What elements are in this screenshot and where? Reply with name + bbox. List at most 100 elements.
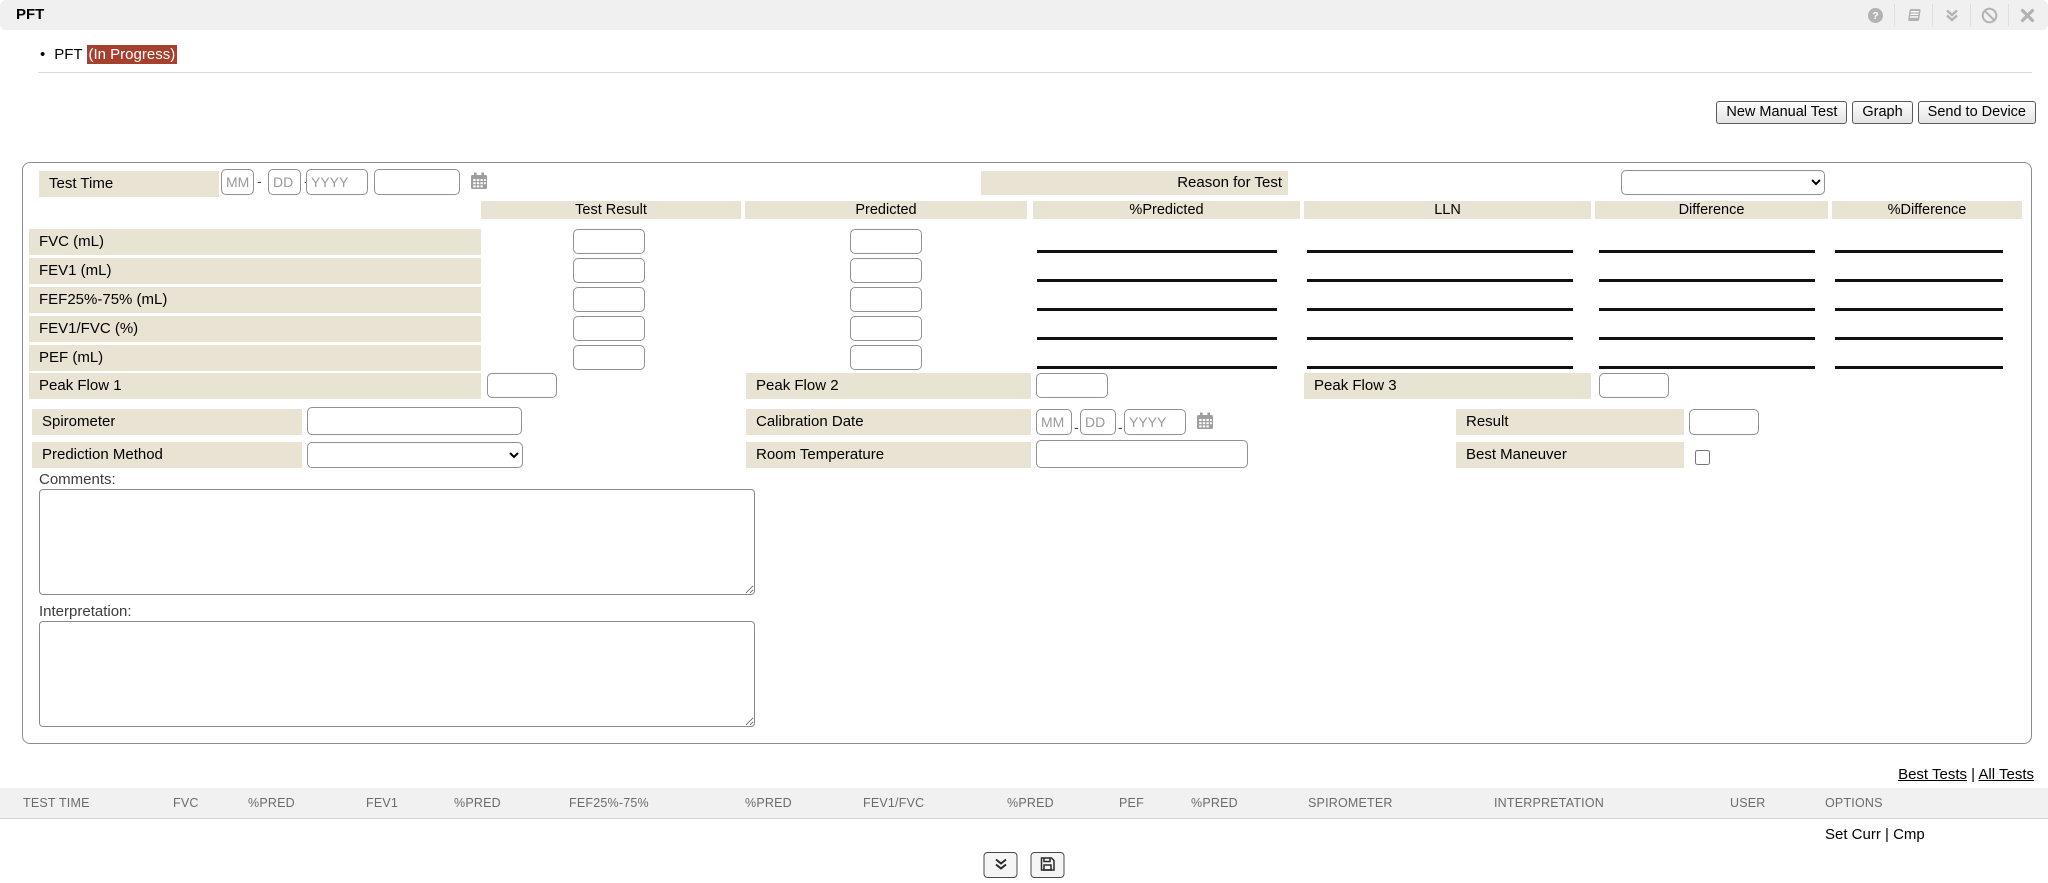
col-header-percent-predicted: %Predicted <box>1033 201 1300 219</box>
comments-textarea[interactable] <box>39 489 755 595</box>
col-header-test-result: Test Result <box>481 201 741 219</box>
all-tests-link[interactable]: All Tests <box>1978 766 2034 783</box>
peak-flow-3-input[interactable] <box>1599 373 1669 398</box>
th-pef: PEF <box>1119 788 1144 818</box>
pef-predicted-input[interactable] <box>850 345 922 370</box>
save-button[interactable] <box>1031 852 1065 878</box>
fef-predicted-input[interactable] <box>850 287 922 312</box>
test-time-label: Test Time <box>39 171 219 197</box>
collapse-icon[interactable] <box>1932 4 1970 26</box>
date-dash: - <box>257 173 262 189</box>
col-header-lln: LLN <box>1304 201 1591 219</box>
fev1fvc-percent-predicted-line <box>1037 337 1277 340</box>
reason-for-test-label: Reason for Test <box>981 171 1288 195</box>
page-title: PFT <box>16 0 44 30</box>
row-label-fef: FEF25%-75% (mL) <box>29 287 481 313</box>
fev1-test-result-input[interactable] <box>573 258 645 283</box>
interpretation-textarea[interactable] <box>39 621 755 727</box>
calendar-icon[interactable] <box>1195 411 1215 436</box>
fvc-predicted-input[interactable] <box>850 229 922 254</box>
calibration-day-input[interactable] <box>1080 409 1116 435</box>
comments-label: Comments: <box>39 471 116 488</box>
prediction-method-select[interactable] <box>307 442 523 468</box>
fef-percent-predicted-line <box>1037 308 1277 311</box>
measure-row-fef: FEF25%-75% (mL) <box>23 287 2031 316</box>
pft-form: Test Time - - Reason for Test Test Resul… <box>22 162 2032 744</box>
result-label: Result <box>1456 409 1684 435</box>
issue-item-pft[interactable]: PFT (In Progress) <box>40 46 2048 64</box>
save-icon <box>1040 856 1056 875</box>
peak-flow-1-label: Peak Flow 1 <box>29 373 481 399</box>
fev1-predicted-input[interactable] <box>850 258 922 283</box>
row-label-fvc: FVC (mL) <box>29 229 481 255</box>
status-badge: (In Progress) <box>87 45 178 64</box>
pef-percent-predicted-line <box>1037 366 1277 369</box>
spirometer-row: Spirometer Calibration Date - - Result <box>23 409 2031 439</box>
test-time-day-input[interactable] <box>268 169 301 195</box>
send-to-device-button[interactable]: Send to Device <box>1918 101 2036 124</box>
link-separator: | <box>1971 766 1975 783</box>
pef-lln-line <box>1307 366 1573 369</box>
th-fvc: FVC <box>173 788 199 818</box>
graph-button[interactable]: Graph <box>1852 101 1912 124</box>
measure-row-pef: PEF (mL) <box>23 345 2031 374</box>
test-time-clock-input[interactable] <box>374 169 460 195</box>
fev1fvc-lln-line <box>1307 337 1573 340</box>
title-bar-icons: ? <box>1857 0 2046 30</box>
cmp-link[interactable]: Cmp <box>1893 826 1925 843</box>
set-curr-link[interactable]: Set Curr <box>1825 826 1881 843</box>
fev1fvc-test-result-input[interactable] <box>573 316 645 341</box>
peak-flow-1-input[interactable] <box>487 373 557 398</box>
th-fev1fvc: FEV1/FVC <box>863 788 924 818</box>
pft-page: PFT ? PFT (In Progress) New Manual Test … <box>0 0 2048 883</box>
fev1-percent-predicted-line <box>1037 279 1277 282</box>
th-pred-2: %PRED <box>454 788 501 818</box>
th-interpretation: INTERPRETATION <box>1494 788 1604 818</box>
pef-test-result-input[interactable] <box>573 345 645 370</box>
measure-row-fev1fvc: FEV1/FVC (%) <box>23 316 2031 345</box>
measure-row-fvc: FVC (mL) <box>23 229 2031 258</box>
expand-button[interactable] <box>984 852 1018 878</box>
new-manual-test-button[interactable]: New Manual Test <box>1716 101 1847 124</box>
prediction-method-label: Prediction Method <box>32 442 302 468</box>
th-spirometer: SPIROMETER <box>1308 788 1393 818</box>
best-tests-link[interactable]: Best Tests <box>1898 766 1967 783</box>
double-chevron-down-icon <box>993 857 1008 874</box>
void-icon[interactable] <box>1970 4 2008 26</box>
test-time-year-input[interactable] <box>306 169 368 195</box>
interpretation-label: Interpretation: <box>39 603 132 620</box>
th-user: USER <box>1730 788 1766 818</box>
title-bar: PFT ? <box>0 0 2048 30</box>
pef-percent-difference-line <box>1835 366 2003 369</box>
close-icon[interactable] <box>2008 4 2046 26</box>
th-pred-1: %PRED <box>248 788 295 818</box>
help-icon[interactable]: ? <box>1857 4 1894 26</box>
issue-name: PFT <box>54 46 82 63</box>
book-icon[interactable] <box>1894 4 1932 26</box>
section-divider <box>38 72 2032 73</box>
footer-buttons <box>984 852 1065 878</box>
fvc-percent-difference-line <box>1835 250 2003 253</box>
room-temperature-input[interactable] <box>1036 440 1248 468</box>
spirometer-input[interactable] <box>307 407 522 435</box>
fef-difference-line <box>1599 308 1815 311</box>
peak-flow-3-label: Peak Flow 3 <box>1304 373 1591 399</box>
calibration-year-input[interactable] <box>1124 409 1186 435</box>
test-time-month-input[interactable] <box>221 169 254 195</box>
fef-percent-difference-line <box>1835 308 2003 311</box>
result-input[interactable] <box>1689 409 1759 435</box>
peak-flow-row: Peak Flow 1 Peak Flow 2 Peak Flow 3 <box>23 373 2031 401</box>
fvc-test-result-input[interactable] <box>573 229 645 254</box>
reason-for-test-select[interactable] <box>1621 170 1825 195</box>
col-header-percent-difference: %Difference <box>1832 201 2022 219</box>
view-links: Best Tests | All Tests <box>1898 766 2034 783</box>
pef-difference-line <box>1599 366 1815 369</box>
peak-flow-2-input[interactable] <box>1036 373 1108 398</box>
fev1fvc-predicted-input[interactable] <box>850 316 922 341</box>
best-maneuver-label: Best Maneuver <box>1456 442 1684 468</box>
row-label-fev1fvc: FEV1/FVC (%) <box>29 316 481 342</box>
best-maneuver-checkbox[interactable] <box>1695 450 1710 465</box>
calendar-icon[interactable] <box>469 171 489 196</box>
fef-test-result-input[interactable] <box>573 287 645 312</box>
calibration-month-input[interactable] <box>1036 409 1072 435</box>
